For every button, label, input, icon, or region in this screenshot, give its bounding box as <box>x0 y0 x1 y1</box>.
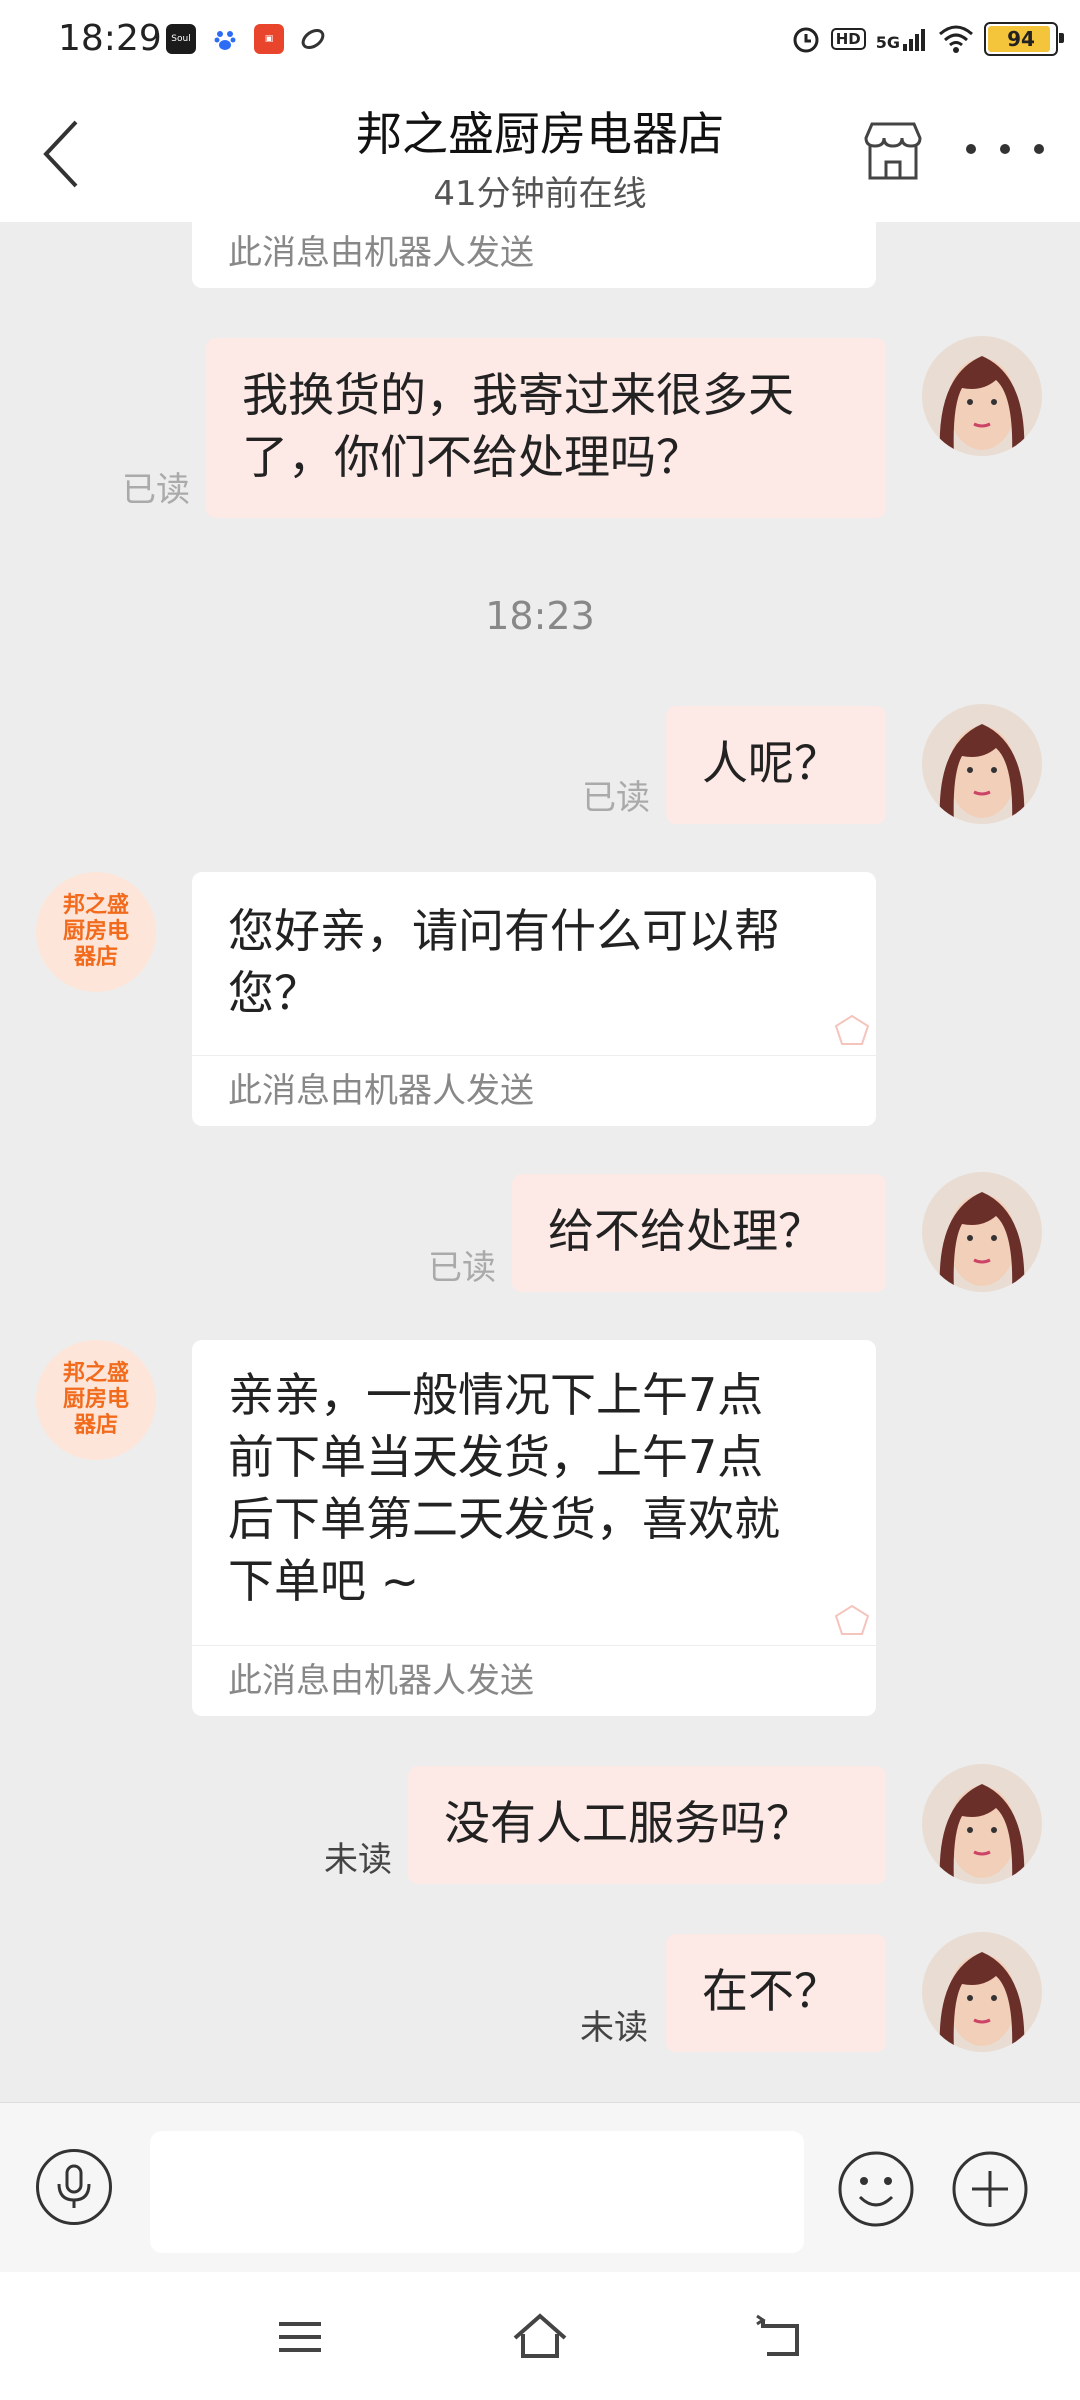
user-avatar[interactable] <box>922 1172 1042 1292</box>
message-text: 在不？ <box>702 1964 840 2018</box>
read-status: 已读 <box>122 470 190 510</box>
message-input[interactable] <box>150 2131 804 2253</box>
outgoing-message-bubble[interactable]: 人呢？ <box>666 706 886 824</box>
more-options-icon[interactable] <box>960 114 1050 184</box>
outgoing-message-bubble[interactable]: 给不给处理？ <box>512 1174 886 1292</box>
hd-badge: HD <box>830 28 866 50</box>
message-text: 给不给处理？ <box>548 1204 824 1258</box>
bot-sent-note: 此消息由机器人发送 <box>192 1645 876 1716</box>
read-status: 已读 <box>428 1248 496 1288</box>
alarm-icon <box>793 27 819 53</box>
shop-avatar[interactable]: 邦之盛 厨房电 器店 <box>36 1340 156 1460</box>
swirl-app-icon <box>298 24 328 54</box>
message-text: 了，你们不给处理吗？ <box>242 430 702 484</box>
incoming-message-bubble[interactable]: 此消息由机器人发送 <box>192 222 876 288</box>
microphone-icon <box>57 2164 91 2208</box>
message-text: 您？ <box>228 966 320 1020</box>
shop-avatar[interactable]: 邦之盛 厨房电 器店 <box>36 872 156 992</box>
system-nav-bar <box>0 2272 1080 2400</box>
outgoing-message-bubble[interactable]: 在不？ <box>666 1934 886 2052</box>
incoming-message-bubble[interactable]: 您好亲，请问有什么可以帮 您？ 此消息由机器人发送 <box>192 872 876 1126</box>
input-bar <box>0 2102 1080 2273</box>
wifi-icon <box>939 25 973 53</box>
message-text: 下单吧 ~ <box>228 1554 420 1608</box>
soul-app-icon: Soul <box>166 24 196 54</box>
bot-sent-note: 此消息由机器人发送 <box>192 1055 876 1126</box>
status-time: 18:29 <box>58 18 162 59</box>
incoming-message-bubble[interactable]: 亲亲，一般情况下上午7点 前下单当天发货，上午7点 后下单第二天发货，喜欢就 下… <box>192 1340 876 1716</box>
voice-input-button[interactable] <box>36 2149 112 2225</box>
message-text: 我换货的，我寄过来很多天 <box>242 368 794 422</box>
status-bar: 18:29 Soul ▣ HD 5G 94 <box>0 0 1080 84</box>
store-icon[interactable] <box>858 116 928 186</box>
status-right: HD 5G 94 <box>791 22 1064 56</box>
network-label: 5G <box>876 26 928 52</box>
chat-area[interactable]: 此消息由机器人发送 我换货的，我寄过来很多天 了，你们不给处理吗？ 已读 18:… <box>0 222 1080 2102</box>
chat-header: 邦之盛厨房电器店 41分钟前在线 <box>0 84 1080 222</box>
unread-status: 未读 <box>324 1840 392 1880</box>
read-status: 已读 <box>582 778 650 818</box>
signal-icon <box>903 29 925 51</box>
outgoing-message-bubble[interactable]: 我换货的，我寄过来很多天 了，你们不给处理吗？ <box>206 338 886 518</box>
baidu-paw-icon <box>210 24 240 54</box>
message-text: 亲亲，一般情况下上午7点 <box>228 1368 764 1422</box>
message-text: 没有人工服务吗？ <box>444 1796 812 1850</box>
emoji-icon[interactable] <box>836 2149 916 2229</box>
menu-icon[interactable] <box>265 2302 335 2372</box>
home-icon[interactable] <box>505 2302 575 2372</box>
message-timestamp: 18:23 <box>485 594 595 638</box>
user-avatar[interactable] <box>922 704 1042 824</box>
message-text: 您好亲，请问有什么可以帮 <box>228 904 780 958</box>
battery-indicator: 94 <box>984 22 1064 56</box>
add-attachment-icon[interactable] <box>950 2149 1030 2229</box>
message-text: 后下单第二天发货，喜欢就 <box>228 1492 780 1546</box>
message-text: 人呢？ <box>702 736 840 790</box>
user-avatar[interactable] <box>922 336 1042 456</box>
back-nav-icon[interactable] <box>745 2302 815 2372</box>
user-avatar[interactable] <box>922 1932 1042 2052</box>
watermark-stamp-icon <box>834 1014 870 1045</box>
bot-sent-note: 此消息由机器人发送 <box>228 233 534 273</box>
message-text: 前下单当天发货，上午7点 <box>228 1430 764 1484</box>
outgoing-message-bubble[interactable]: 没有人工服务吗？ <box>408 1766 886 1884</box>
unread-status: 未读 <box>580 2008 648 2048</box>
red-app-icon: ▣ <box>254 24 284 54</box>
user-avatar[interactable] <box>922 1764 1042 1884</box>
status-app-icons: Soul ▣ <box>166 24 328 54</box>
watermark-stamp-icon <box>834 1604 870 1635</box>
